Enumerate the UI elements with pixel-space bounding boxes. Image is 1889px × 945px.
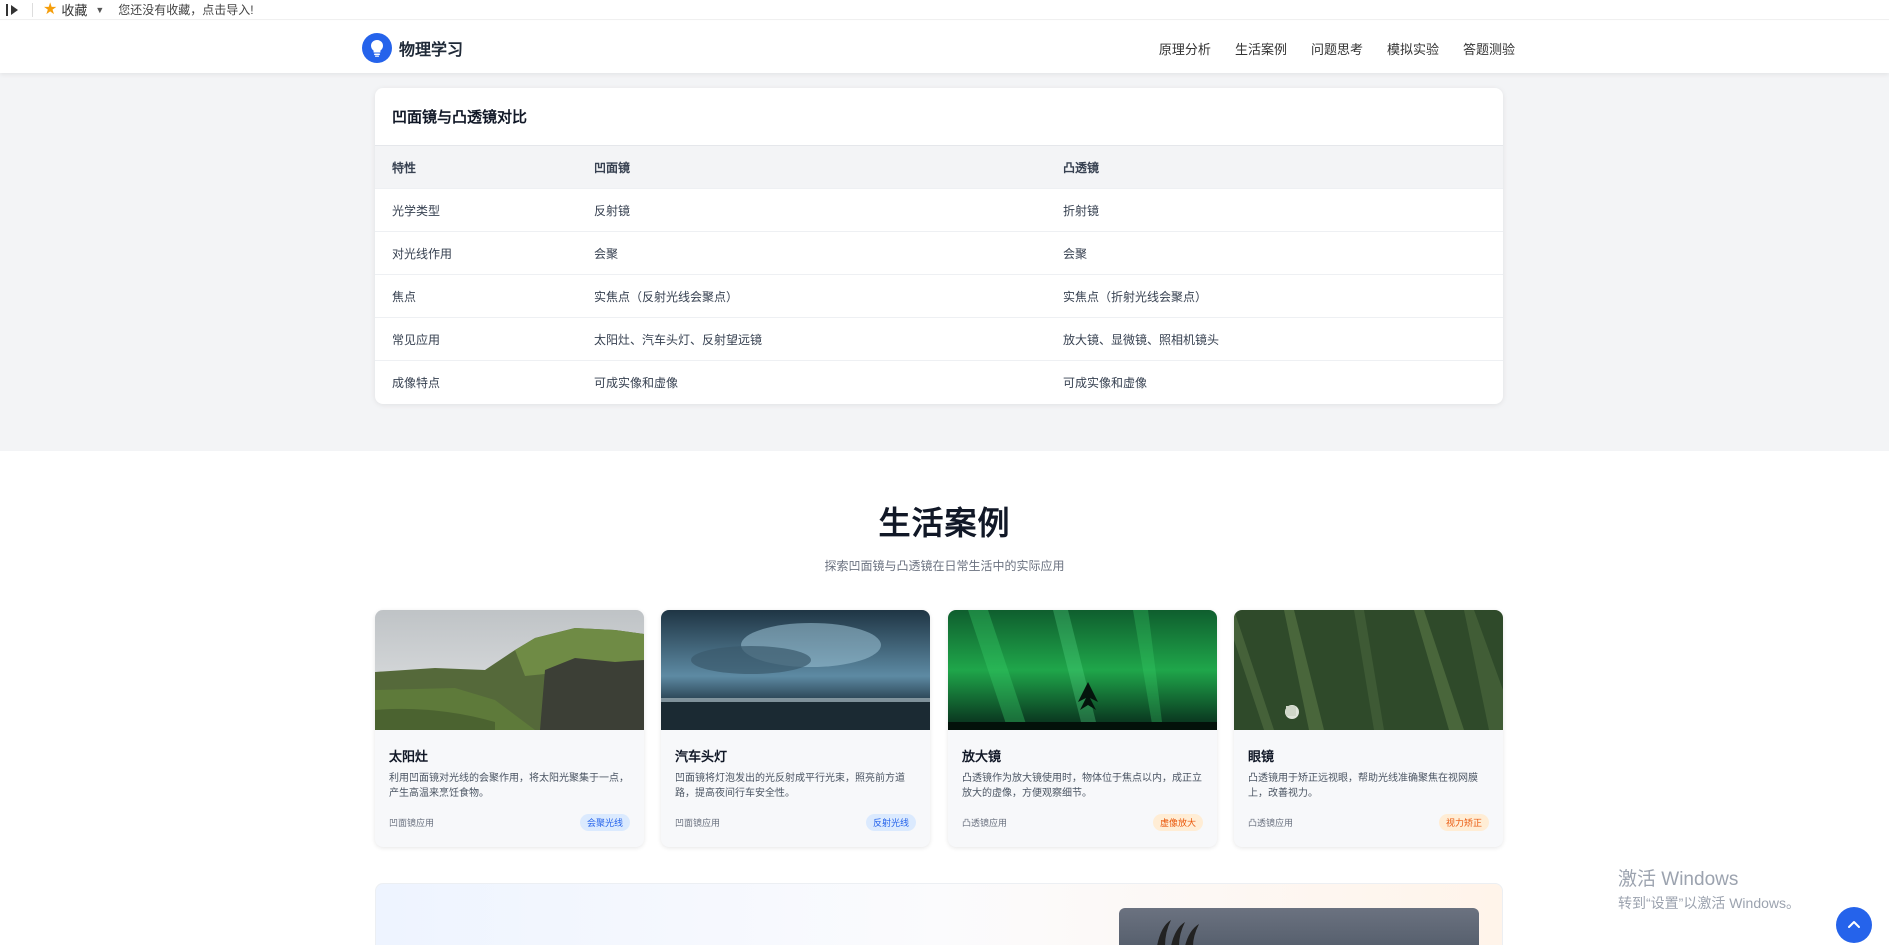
case-category: 凸透镜应用 (1248, 818, 1294, 828)
case-tag: 反射光线 (865, 814, 916, 831)
lightbulb-icon (362, 33, 392, 63)
case-description: 利用凹面镜对光线的会聚作用，将太阳光聚集于一点，产生高温来烹饪食物。 (389, 773, 629, 799)
case-tag: 视力矫正 (1438, 814, 1489, 831)
table-cell: 折射镜 (1063, 203, 1100, 218)
top-navbar: 物理学习 原理分析 生活案例 问题思考 模拟实验 答题测验 (0, 21, 1889, 73)
table-cell: 对光线作用 (392, 246, 453, 261)
chevron-up-icon (1848, 921, 1860, 928)
case-image-headlight (661, 610, 930, 730)
table-cell: 反射镜 (594, 203, 631, 218)
table-row: 成像特点 可成实像和虚像 可成实像和虚像 (375, 361, 1503, 404)
windows-activation-watermark: 激活 Windows 转到“设置”以激活 Windows。 (1618, 864, 1800, 913)
case-category: 凹面镜应用 (389, 818, 435, 828)
bookmark-bar: ★ 收藏 ▼ 您还没有收藏，点击导入! (0, 0, 1889, 20)
brand[interactable]: 物理学习 (362, 33, 463, 63)
table-cell: 实焦点（反射光线会聚点） (594, 289, 739, 304)
case-category: 凹面镜应用 (675, 818, 721, 828)
case-image-glasses (1234, 610, 1503, 730)
nav-link-quiz[interactable]: 答题测验 (1463, 39, 1515, 58)
table-row: 对光线作用 会聚 会聚 (375, 232, 1503, 275)
table-header-cell: 凸透镜 (1063, 160, 1100, 175)
table-cell: 会聚 (1063, 246, 1088, 261)
nav-link-simulation[interactable]: 模拟实验 (1387, 39, 1439, 58)
back-to-top-button[interactable] (1836, 907, 1872, 943)
case-tag: 虚像放大 (1152, 814, 1203, 831)
case-description: 凸透镜作为放大镜使用时，物体位于焦点以内，成正立放大的虚像，方便观察细节。 (962, 773, 1202, 799)
table-header-row: 特性 凹面镜 凸透镜 (375, 146, 1503, 189)
star-icon: ★ (43, 0, 58, 18)
case-image-magnifier (948, 610, 1217, 730)
watermark-line: 转到“设置”以激活 Windows。 (1618, 895, 1801, 911)
nav-links: 原理分析 生活案例 问题思考 模拟实验 答题测验 (1159, 39, 1515, 58)
table-cell: 会聚 (594, 246, 619, 261)
chevron-down-icon[interactable]: ▼ (95, 5, 104, 15)
comparison-title: 凹面镜与凸透镜对比 (375, 88, 1503, 146)
next-section-panel (375, 883, 1503, 945)
table-cell: 放大镜、显微镜、照相机镜头 (1063, 332, 1220, 347)
case-description: 凹面镜将灯泡发出的光反射成平行光束，照亮前方道路，提高夜间行车安全性。 (675, 773, 905, 799)
cases-section-title: 生活案例 (878, 505, 1011, 541)
case-cards: 太阳灶 利用凹面镜对光线的会聚作用，将太阳光聚集于一点，产生高温来烹饪食物。 凹… (375, 610, 1503, 847)
table-cell: 成像特点 (392, 376, 441, 390)
table-cell: 可成实像和虚像 (594, 376, 679, 390)
sidebar-toggle-icon[interactable] (6, 3, 20, 17)
table-header-cell: 凹面镜 (594, 160, 631, 175)
case-card-glasses[interactable]: 眼镜 凸透镜用于矫正远视眼，帮助光线准确聚焦在视网膜上，改善视力。 凸透镜应用 … (1234, 610, 1503, 847)
table-cell: 焦点 (392, 289, 417, 304)
case-title: 放大镜 (962, 749, 1002, 764)
watermark-line: 激活 Windows (1618, 869, 1739, 890)
case-tag: 会聚光线 (579, 814, 630, 831)
case-title: 眼镜 (1248, 749, 1275, 764)
case-description: 凸透镜用于矫正远视眼，帮助光线准确聚焦在视网膜上，改善视力。 (1248, 773, 1478, 799)
table-cell: 光学类型 (392, 203, 441, 218)
favorites-button[interactable]: 收藏 (61, 0, 87, 19)
comparison-card: 凹面镜与凸透镜对比 特性 凹面镜 凸透镜 光学类型 反射镜 折射镜 对光线作用 … (375, 88, 1503, 404)
table-row: 常见应用 太阳灶、汽车头灯、反射望远镜 放大镜、显微镜、照相机镜头 (375, 318, 1503, 361)
comparison-section: 凹面镜与凸透镜对比 特性 凹面镜 凸透镜 光学类型 反射镜 折射镜 对光线作用 … (0, 73, 1889, 451)
bookmark-divider (32, 2, 33, 17)
brand-name: 物理学习 (399, 42, 464, 59)
case-card-magnifier[interactable]: 放大镜 凸透镜作为放大镜使用时，物体位于焦点以内，成正立放大的虚像，方便观察细节… (948, 610, 1217, 847)
import-bookmarks-link[interactable]: 您还没有收藏，点击导入! (118, 1, 253, 18)
nav-link-principle[interactable]: 原理分析 (1159, 39, 1211, 58)
table-cell: 可成实像和虚像 (1063, 376, 1148, 390)
case-image-solar-cooker (375, 610, 644, 730)
table-header-cell: 特性 (392, 160, 417, 175)
table-row: 光学类型 反射镜 折射镜 (375, 189, 1503, 232)
table-cell: 太阳灶、汽车头灯、反射望远镜 (594, 332, 763, 347)
nav-link-questions[interactable]: 问题思考 (1311, 39, 1363, 58)
nav-link-cases[interactable]: 生活案例 (1235, 39, 1287, 58)
case-card-solar-cooker[interactable]: 太阳灶 利用凹面镜对光线的会聚作用，将太阳光聚集于一点，产生高温来烹饪食物。 凹… (375, 610, 644, 847)
case-title: 太阳灶 (389, 749, 429, 764)
table-cell: 常见应用 (392, 332, 441, 347)
case-card-headlight[interactable]: 汽车头灯 凹面镜将灯泡发出的光反射成平行光束，照亮前方道路，提高夜间行车安全性。… (661, 610, 930, 847)
table-row: 焦点 实焦点（反射光线会聚点） 实焦点（折射光线会聚点） (375, 275, 1503, 318)
next-section-image (1119, 908, 1479, 945)
table-cell: 实焦点（折射光线会聚点） (1063, 289, 1208, 304)
case-category: 凸透镜应用 (962, 818, 1008, 828)
cases-section-subtitle: 探索凹面镜与凸透镜在日常生活中的实际应用 (824, 559, 1065, 573)
case-title: 汽车头灯 (675, 749, 728, 764)
